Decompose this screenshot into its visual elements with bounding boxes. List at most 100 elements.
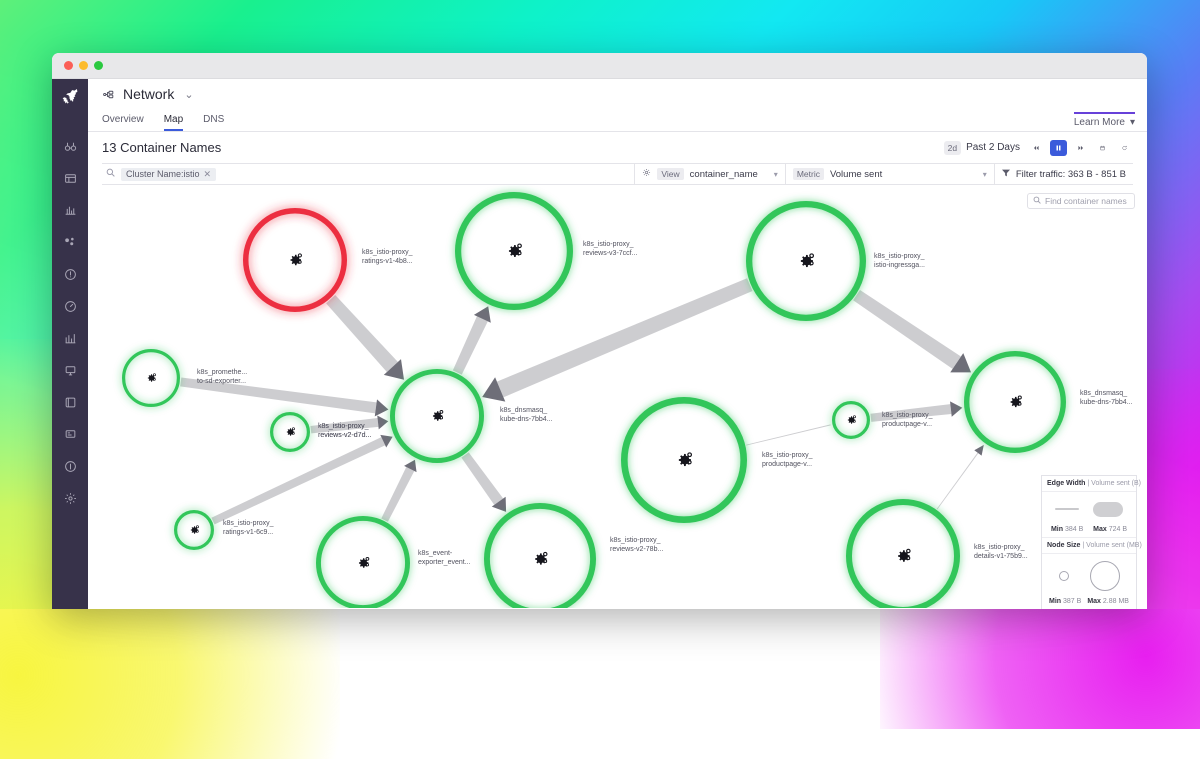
graph-edge[interactable] xyxy=(853,290,961,369)
tab-map[interactable]: Map xyxy=(164,114,183,131)
graph-edge[interactable] xyxy=(461,452,503,505)
main-content: Network ⌄ Overview Map DNS Learn More ▾ … xyxy=(88,79,1147,609)
edge-width-metric: Volume sent (B) xyxy=(1091,480,1141,487)
graph-node[interactable] xyxy=(243,208,347,312)
graph-edge[interactable] xyxy=(453,316,488,374)
graph-node[interactable] xyxy=(832,401,870,439)
time-controls: 2d Past 2 Days xyxy=(944,140,1133,156)
edge-max-value: 724 B xyxy=(1109,526,1127,533)
chevron-down-icon[interactable]: ▾ xyxy=(983,170,987,179)
search-input[interactable]: Cluster Name:istio ✕ xyxy=(102,164,634,184)
sidebar-item-synthetics[interactable] xyxy=(57,421,83,447)
graph-node[interactable] xyxy=(484,503,596,608)
range-label[interactable]: Past 2 Days xyxy=(966,142,1020,153)
edge-width-values: Min 384 B Max 724 B xyxy=(1042,526,1136,537)
graph-edge[interactable] xyxy=(870,404,951,422)
calendar-button[interactable] xyxy=(1094,140,1111,156)
edge-width-swatches xyxy=(1042,492,1136,526)
sidebar-item-apm[interactable] xyxy=(57,261,83,287)
graph-edge[interactable] xyxy=(326,295,398,372)
learn-more-label: Learn More xyxy=(1074,117,1125,128)
graph-node[interactable] xyxy=(390,369,484,463)
metric-tag: Metric xyxy=(793,168,824,180)
find-container-names-input[interactable]: Find container names xyxy=(1027,193,1135,209)
view-selector[interactable]: View container_name ▾ xyxy=(635,164,784,184)
graph-node[interactable] xyxy=(270,412,310,452)
step-back-button[interactable] xyxy=(1028,140,1045,156)
node-min-label: Min xyxy=(1049,598,1061,605)
sidebar-item-security[interactable] xyxy=(57,357,83,383)
minimize-button[interactable] xyxy=(79,61,88,70)
node-size-metric: Volume sent (MB) xyxy=(1086,542,1142,549)
tabbar: Overview Map DNS Learn More ▾ xyxy=(88,109,1147,132)
graph-edge-arrow xyxy=(950,401,962,416)
node-size-swatches xyxy=(1042,554,1136,598)
network-map-canvas[interactable]: k8s_istio-proxy_ratings-v1-4b8...k8s_ist… xyxy=(88,185,1147,609)
edge-layer xyxy=(180,278,984,524)
graph-node[interactable] xyxy=(122,349,180,407)
graph-edge[interactable] xyxy=(180,377,376,413)
sidebar-item-ux-monitoring[interactable] xyxy=(57,293,83,319)
filter-row: Cluster Name:istio ✕ View container_name… xyxy=(102,163,1133,185)
refresh-button[interactable] xyxy=(1116,140,1133,156)
sidebar-item-monitors[interactable] xyxy=(57,197,83,223)
sidebar-item-dashboards[interactable] xyxy=(57,165,83,191)
graph-svg xyxy=(88,185,1147,608)
node-size-values: Min 387 B Max 2.88 MB xyxy=(1042,598,1136,609)
edge-max-label: Max xyxy=(1093,526,1107,533)
view-value: container_name xyxy=(690,169,758,180)
node-min-value: 387 B xyxy=(1063,598,1081,605)
graph-node[interactable] xyxy=(316,516,410,608)
graph-node[interactable] xyxy=(746,201,866,321)
gear-icon[interactable] xyxy=(642,168,651,180)
sidebar-item-integrations[interactable] xyxy=(57,453,83,479)
graph-node[interactable] xyxy=(174,510,214,550)
metric-selector[interactable]: Metric Volume sent ▾ xyxy=(786,164,994,184)
graph-edge[interactable] xyxy=(746,424,831,445)
sidebar-item-infrastructure[interactable] xyxy=(57,229,83,255)
close-icon[interactable]: ✕ xyxy=(204,169,212,180)
pause-button[interactable] xyxy=(1050,140,1067,156)
chevron-down-icon[interactable]: ⌄ xyxy=(184,88,193,101)
graph-edge[interactable] xyxy=(937,453,979,510)
graph-node[interactable] xyxy=(846,499,960,608)
graph-node[interactable] xyxy=(964,351,1066,453)
graph-edge-arrow xyxy=(974,445,984,456)
learn-more-button[interactable]: Learn More ▾ xyxy=(1074,112,1135,128)
tab-dns[interactable]: DNS xyxy=(203,114,224,131)
left-nav-rail xyxy=(52,79,88,609)
chevron-down-icon[interactable]: ▾ xyxy=(774,170,778,179)
window-body: Network ⌄ Overview Map DNS Learn More ▾ … xyxy=(52,79,1147,609)
graph-edge[interactable] xyxy=(381,467,414,522)
close-button[interactable] xyxy=(64,61,73,70)
graph-edge-arrow xyxy=(375,399,389,416)
node-min-swatch xyxy=(1059,571,1069,581)
step-forward-button[interactable] xyxy=(1072,140,1089,156)
zoom-button[interactable] xyxy=(94,61,103,70)
sidebar-item-settings[interactable] xyxy=(57,485,83,511)
app-window: Network ⌄ Overview Map DNS Learn More ▾ … xyxy=(52,53,1147,609)
datadog-logo-icon[interactable] xyxy=(56,83,84,111)
edge-width-legend-header: Edge Width | Volume sent (B) xyxy=(1042,476,1136,492)
node-size-legend-header: Node Size | Volume sent (MB) xyxy=(1042,537,1136,554)
node-layer xyxy=(122,192,1066,608)
graph-node[interactable] xyxy=(621,397,747,523)
filter-chip[interactable]: Cluster Name:istio ✕ xyxy=(121,168,216,181)
funnel-icon xyxy=(1002,169,1010,180)
tab-overview[interactable]: Overview xyxy=(102,114,144,131)
node-max-label: Max xyxy=(1087,598,1101,605)
graph-edge[interactable] xyxy=(211,437,385,524)
sidebar-item-logs[interactable] xyxy=(57,325,83,351)
container-count-title: 13 Container Names xyxy=(102,140,221,155)
graph-edge[interactable] xyxy=(310,418,378,433)
view-tag: View xyxy=(657,168,683,180)
sidebar-item-notebooks[interactable] xyxy=(57,389,83,415)
sidebar-item-watchdog[interactable] xyxy=(57,133,83,159)
page-title: Network xyxy=(123,86,174,102)
traffic-filter-button[interactable]: Filter traffic: 363 B - 851 B xyxy=(995,164,1133,184)
count-row: 13 Container Names 2d Past 2 Days xyxy=(88,132,1147,163)
edge-min-label: Min xyxy=(1051,526,1063,533)
traffic-filter-label: Filter traffic: 363 B - 851 B xyxy=(1016,169,1126,180)
filter-chip-label: Cluster Name:istio xyxy=(126,169,200,179)
graph-node[interactable] xyxy=(455,192,573,310)
